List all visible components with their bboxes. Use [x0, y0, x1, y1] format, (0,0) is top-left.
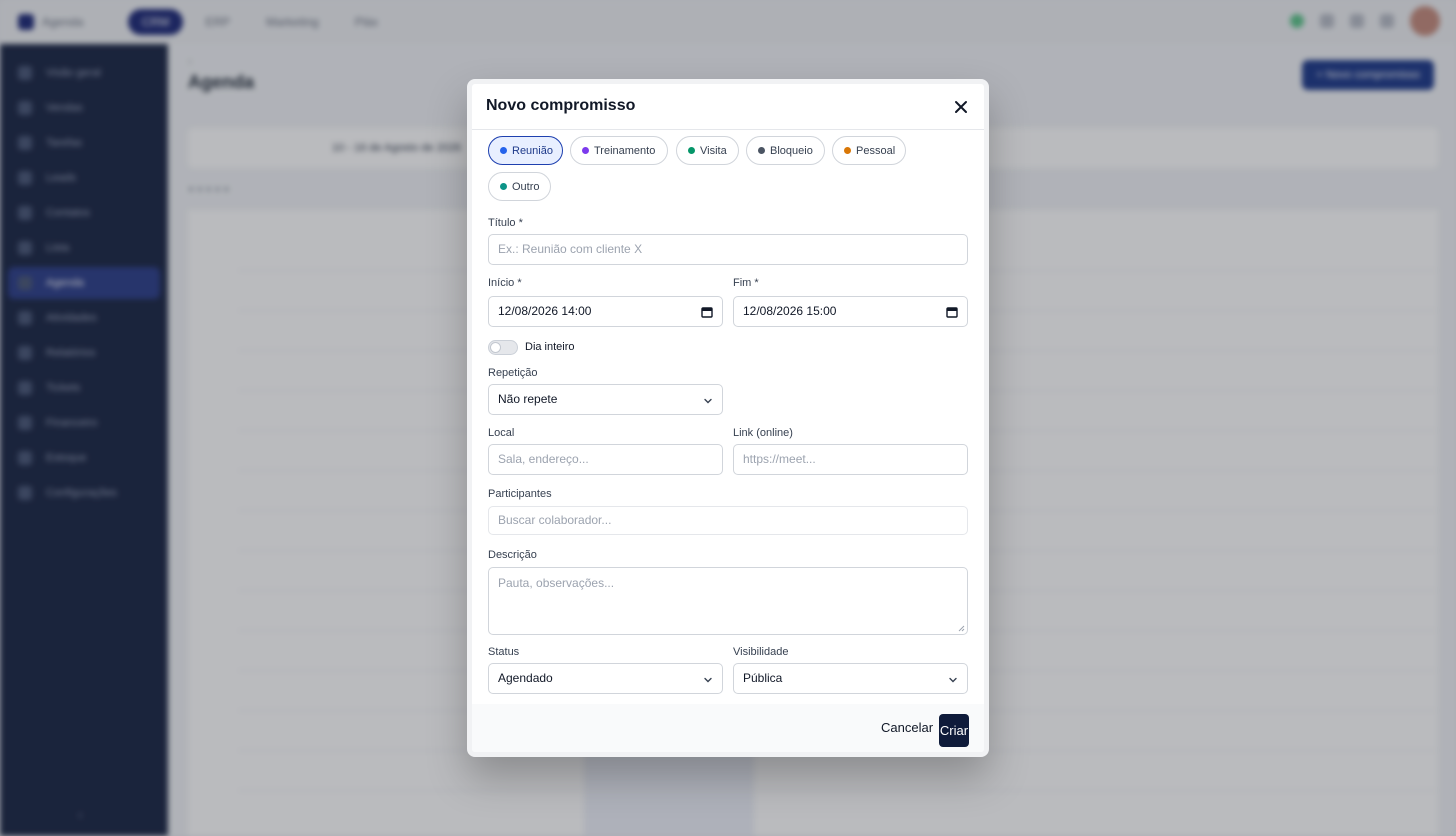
- visibility-label: Visibilidade: [733, 646, 789, 658]
- calendar-icon[interactable]: [701, 306, 713, 318]
- chip-label: Pessoal: [856, 144, 896, 157]
- chevron-down-icon: [704, 677, 712, 683]
- new-appointment-dialog: Novo compromisso Reunião Treinamento Vis…: [467, 79, 989, 757]
- participants-label: Participantes: [488, 488, 552, 500]
- close-icon[interactable]: [952, 98, 970, 116]
- status-select[interactable]: Agendado: [488, 663, 723, 694]
- cancel-button[interactable]: Cancelar: [881, 720, 933, 735]
- chip-label: Reunião: [512, 144, 553, 157]
- status-label: Status: [488, 646, 520, 658]
- start-value: 12/08/2026 14:00: [498, 304, 592, 318]
- location-input[interactable]: Sala, endereço...: [488, 444, 723, 475]
- start-label: Início *: [488, 277, 522, 289]
- dot-icon: [582, 147, 589, 154]
- dot-icon: [500, 183, 507, 190]
- chip-label: Treinamento: [594, 144, 656, 157]
- chip-bloqueio[interactable]: Bloqueio: [746, 136, 825, 165]
- chip-label: Visita: [700, 144, 727, 157]
- dot-icon: [500, 147, 507, 154]
- chevron-down-icon: [949, 677, 957, 683]
- dot-icon: [844, 147, 851, 154]
- repeat-label: Repetição: [488, 367, 538, 379]
- description-label: Descrição: [488, 549, 537, 561]
- title-label: Título *: [488, 217, 523, 229]
- chip-visita[interactable]: Visita: [676, 136, 739, 165]
- toggle-knob: [490, 342, 501, 353]
- link-input[interactable]: https://meet...: [733, 444, 968, 475]
- all-day-toggle[interactable]: [488, 340, 518, 355]
- status-value: Agendado: [498, 671, 553, 685]
- location-label: Local: [488, 427, 515, 439]
- title-input[interactable]: Ex.: Reunião com cliente X: [488, 234, 968, 265]
- end-label: Fim *: [733, 277, 759, 289]
- dialog-header: Novo compromisso: [472, 84, 984, 130]
- resize-grip-icon[interactable]: [958, 625, 965, 632]
- calendar-icon[interactable]: [946, 306, 958, 318]
- dot-icon: [688, 147, 695, 154]
- end-datetime-input[interactable]: 12/08/2026 15:00: [733, 296, 968, 327]
- start-datetime-input[interactable]: 12/08/2026 14:00: [488, 296, 723, 327]
- dot-icon: [758, 147, 765, 154]
- chip-pessoal[interactable]: Pessoal: [832, 136, 906, 165]
- repeat-value: Não repete: [498, 392, 558, 406]
- dialog-footer: Cancelar Criar: [472, 704, 984, 752]
- link-label: Link (online): [733, 427, 793, 439]
- repeat-select[interactable]: Não repete: [488, 384, 723, 415]
- create-button[interactable]: Criar: [939, 714, 969, 747]
- end-value: 12/08/2026 15:00: [743, 304, 837, 318]
- chip-label: Bloqueio: [770, 144, 813, 157]
- participants-search-input[interactable]: Buscar colaborador...: [488, 506, 968, 535]
- chip-label: Outro: [512, 180, 540, 193]
- chip-treinamento[interactable]: Treinamento: [570, 136, 668, 165]
- description-placeholder: Pauta, observações...: [498, 576, 615, 590]
- chip-outro[interactable]: Outro: [488, 172, 551, 201]
- visibility-value: Pública: [743, 671, 783, 685]
- chip-reuniao[interactable]: Reunião: [488, 136, 563, 165]
- chevron-down-icon: [704, 398, 712, 404]
- description-textarea[interactable]: Pauta, observações...: [488, 567, 968, 635]
- all-day-label: Dia inteiro: [525, 341, 575, 353]
- visibility-select[interactable]: Pública: [733, 663, 968, 694]
- dialog-title: Novo compromisso: [486, 97, 636, 114]
